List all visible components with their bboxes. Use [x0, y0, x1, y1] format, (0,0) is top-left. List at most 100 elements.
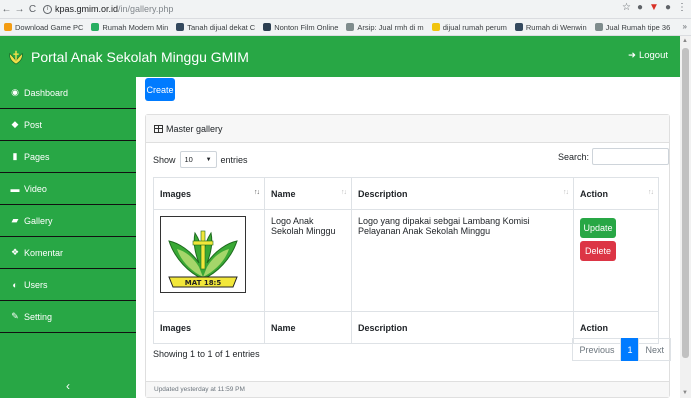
bookmark-item[interactable]: Arsip: Jual rmh di m: [346, 23, 424, 32]
sort-icon: ↑↓: [341, 189, 347, 196]
gallery-table: Images ↑↓ Name ↑↓ Description ↑↓ Action ↑↓: [153, 177, 659, 344]
url-path: /in/gallery.php: [118, 4, 174, 14]
bookmark-item[interactable]: Rumah Modern Min: [91, 23, 168, 32]
back-icon[interactable]: ←: [0, 2, 13, 17]
cell-image: MAT 18:5: [153, 209, 265, 312]
entries-value: 10: [184, 155, 193, 164]
bookmark-item[interactable]: dijual rumah perum: [431, 22, 507, 32]
sidebar-item-komentar[interactable]: ❖ Komentar: [0, 237, 136, 269]
bookmark-label: dijual rumah perum: [442, 22, 507, 32]
sidebar-item-post[interactable]: ◆ Post: [0, 109, 136, 141]
sidebar-item-gallery[interactable]: ▰ Gallery: [0, 205, 136, 237]
caret-down-icon: ▼: [205, 156, 212, 163]
bookmark-favicon-icon: [514, 23, 523, 31]
entries-select[interactable]: 10 ▼: [179, 151, 217, 168]
bookmark-item[interactable]: Rumah di Wenwin: [514, 22, 587, 32]
col-description[interactable]: Description ↑↓: [351, 177, 574, 210]
length-control: Show 10 ▼ entries: [153, 151, 248, 168]
url-host: kpas.gmim.or.id: [55, 4, 119, 14]
table-info: Showing 1 to 1 of 1 entries: [153, 349, 260, 359]
show-label: Show: [153, 154, 176, 165]
sidebar-item-setting[interactable]: ✎ Setting: [0, 301, 136, 333]
sort-icon: ↑↓: [648, 189, 654, 196]
search-control: Search:: [558, 148, 669, 165]
sidebar-item-video[interactable]: ▬ Video: [0, 173, 136, 205]
bookmark-label: Nonton Film Online: [274, 22, 339, 32]
bookmark-label: Rumah di Wenwin: [525, 22, 587, 32]
svg-text:MAT 18:5: MAT 18:5: [185, 279, 222, 287]
page-1-button[interactable]: 1: [621, 338, 639, 361]
sidebar-item-pages[interactable]: ▮ Pages: [0, 141, 136, 173]
brand[interactable]: Portal Anak Sekolah Minggu GMIM: [7, 49, 249, 65]
create-button[interactable]: Create: [145, 78, 175, 101]
foot-description: Description: [351, 311, 574, 344]
top-navbar: Portal Anak Sekolah Minggu GMIM ➜ Logout: [0, 36, 680, 77]
bookmark-favicon-icon: [346, 23, 355, 31]
extension-2-icon[interactable]: ●: [665, 2, 671, 13]
file-icon: ▮: [12, 151, 18, 161]
sort-icon: ↑↓: [254, 189, 260, 196]
bookmark-item[interactable]: Download Game PC: [4, 23, 83, 32]
sidebar-collapse-button[interactable]: ‹: [0, 374, 136, 398]
bookmark-label: Rumah Modern Min: [102, 22, 169, 32]
scroll-thumb[interactable]: [682, 48, 689, 358]
scroll-down-icon[interactable]: ▼: [682, 390, 688, 396]
sidebar-item-label: Users: [24, 279, 48, 290]
bookmark-item[interactable]: Nonton Film Online: [263, 23, 338, 32]
browser-actions: ☆ ● ▼ ● ⋮: [622, 2, 687, 13]
info-icon[interactable]: i: [43, 4, 52, 14]
page-scrollbar[interactable]: ▲ ▼: [680, 36, 691, 398]
book-icon: ▰: [11, 215, 19, 225]
browser-toolbar: ← → C i kpas.gmim.or.id /in/gallery.php …: [0, 0, 691, 19]
address-bar[interactable]: i kpas.gmim.or.id /in/gallery.php: [43, 4, 173, 14]
sidebar-item-label: Komentar: [24, 247, 64, 258]
sidebar-item-users[interactable]: ◐ Users: [0, 269, 136, 301]
bookmark-label: Jual Rumah tipe 36: [605, 22, 671, 32]
bookmark-favicon-icon: [594, 23, 603, 31]
users-icon: ❖: [10, 247, 20, 257]
chevron-left-icon: ‹: [66, 379, 70, 393]
search-input[interactable]: [592, 148, 669, 165]
col-action[interactable]: Action ↑↓: [573, 177, 659, 210]
col-images[interactable]: Images ↑↓: [153, 177, 265, 210]
bookmark-item[interactable]: Jual Rumah tipe 36: [594, 22, 671, 32]
sign-out-icon: ➜: [627, 50, 636, 61]
card-footer: Updated yesterday at 11:59 PM: [146, 381, 669, 397]
foot-images: Images: [153, 311, 265, 344]
video-icon: ▬: [10, 183, 20, 194]
card-header: Master gallery: [146, 115, 669, 143]
gallery-image: MAT 18:5: [160, 216, 246, 293]
sidebar-item-label: Pages: [24, 151, 50, 162]
logout-link[interactable]: ➜ Logout: [628, 50, 668, 61]
bookmark-favicon-icon: [91, 23, 100, 31]
logo-icon: [9, 50, 23, 65]
scroll-up-icon[interactable]: ▲: [682, 38, 688, 44]
next-button[interactable]: Next: [638, 338, 671, 361]
sidebar-item-label: Video: [24, 183, 47, 194]
bookmarks-bar: Download Game PC Rumah Modern Min Tanah di…: [0, 19, 691, 36]
menu-icon[interactable]: ⋮: [677, 2, 687, 13]
update-button[interactable]: Update: [580, 218, 616, 238]
table-icon: [154, 124, 163, 133]
bookmark-favicon-icon: [4, 23, 12, 31]
sidebar-item-label: Dashboard: [24, 87, 69, 98]
bookmark-label: Download Game PC: [15, 22, 84, 32]
star-icon[interactable]: ☆: [622, 2, 631, 13]
delete-button[interactable]: Delete: [580, 241, 616, 261]
extension-icon[interactable]: ●: [637, 2, 643, 13]
bookmark-item[interactable]: Tanah dijual dekat C: [176, 23, 255, 32]
bookmark-favicon-icon: [176, 23, 185, 31]
reload-icon[interactable]: C: [26, 2, 39, 17]
shield-icon[interactable]: ▼: [649, 2, 659, 13]
main-content: Create Master gallery Updated yesterday …: [136, 77, 680, 398]
col-name[interactable]: Name ↑↓: [264, 177, 352, 210]
card-title: Master gallery: [166, 123, 223, 134]
bookmarks-more[interactable]: »: [683, 22, 687, 31]
pagination: Previous 1 Next: [572, 338, 671, 361]
previous-button[interactable]: Previous: [572, 338, 622, 361]
forward-icon[interactable]: →: [13, 2, 26, 17]
foot-name: Name: [264, 311, 352, 344]
sidebar-item-label: Post: [24, 119, 43, 130]
bookmark-favicon-icon: [263, 23, 272, 31]
sidebar-item-dashboard[interactable]: ◉ Dashboard: [0, 77, 136, 109]
